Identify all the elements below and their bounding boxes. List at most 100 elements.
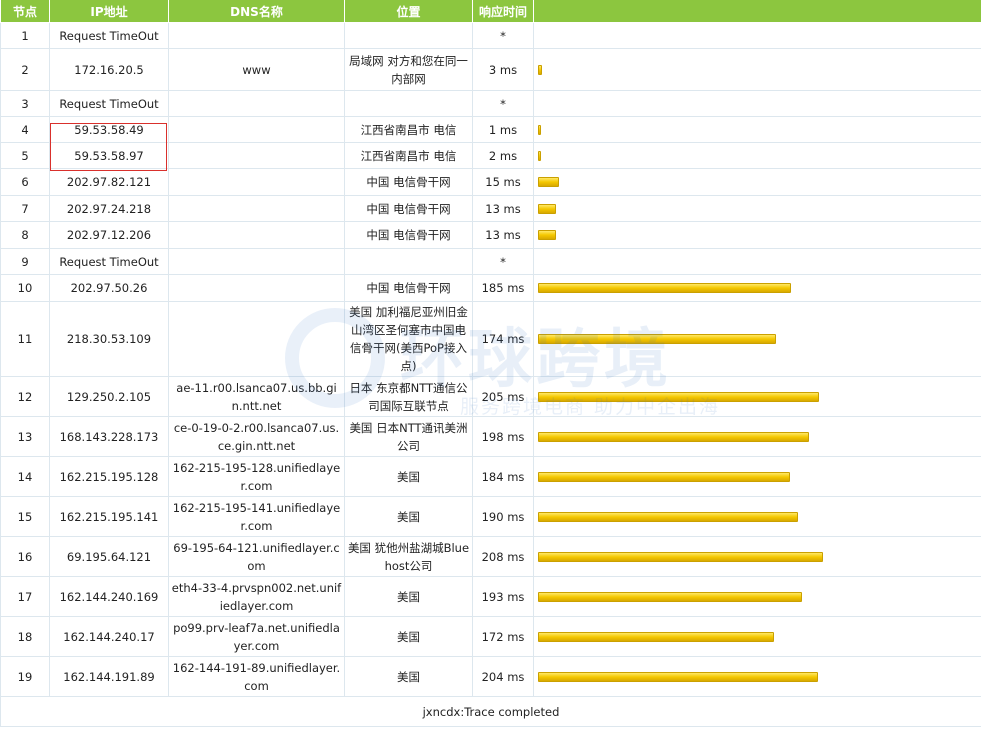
table-row: 10 202.97.50.26 中国 电信骨干网 185 ms (0, 274, 981, 302)
hop-number: 4 (0, 116, 50, 143)
response-bar (538, 511, 798, 522)
hop-dns: ce-0-19-0-2.r00.lsanca07.us.ce.gin.ntt.n… (168, 416, 345, 457)
hop-location: 美国 日本NTT通讯美洲公司 (344, 416, 473, 457)
hop-number: 17 (0, 576, 50, 617)
table-row: 15 162.215.195.141 162-215-195-141.unified… (0, 496, 981, 537)
hop-ip: 162.144.240.169 (49, 576, 169, 617)
hop-time: 15 ms (472, 168, 534, 196)
hop-ip: 202.97.24.218 (49, 195, 169, 222)
header-response-time: 响应时间 (472, 0, 534, 23)
hop-ip: 202.97.50.26 (49, 274, 169, 302)
hop-bar-cell (533, 22, 981, 49)
hop-dns (168, 195, 345, 222)
hop-dns: 162-215-195-141.unifiedlayer.com (168, 496, 345, 537)
hop-bar-cell (533, 376, 981, 417)
table-row: 18 162.144.240.17 po99.prv-leaf7a.net.unif… (0, 616, 981, 657)
hop-bar-cell (533, 616, 981, 657)
table-row: 13 168.143.228.173 ce-0-19-0-2.r00.lsanca0… (0, 416, 981, 457)
hop-dns (168, 90, 345, 117)
hop-number: 2 (0, 48, 50, 91)
response-bar (538, 391, 819, 402)
hop-location: 中国 电信骨干网 (344, 221, 473, 249)
hop-bar-cell (533, 536, 981, 577)
table-row: 4 59.53.58.49 江西省南昌市 电信 1 ms (0, 116, 981, 143)
hop-time: 193 ms (472, 576, 534, 617)
hop-time: 205 ms (472, 376, 534, 417)
table-row: 3 Request TimeOut * (0, 90, 981, 117)
hop-list: 1 Request TimeOut * 2 172.16.20.5 www 局域网 对方和您… (0, 22, 981, 697)
hop-dns (168, 221, 345, 249)
hop-ip: 162.215.195.141 (49, 496, 169, 537)
hop-time: 2 ms (472, 142, 534, 169)
hop-bar-cell (533, 496, 981, 537)
response-bar (538, 551, 823, 562)
hop-ip: 59.53.58.97 (49, 142, 169, 169)
hop-number: 7 (0, 195, 50, 222)
hop-location (344, 90, 473, 117)
response-bar (538, 203, 556, 214)
response-bar (538, 177, 559, 187)
hop-bar-cell (533, 576, 981, 617)
header-node: 节点 (0, 0, 50, 23)
hop-time: 198 ms (472, 416, 534, 457)
hop-location: 局域网 对方和您在同一内部网 (344, 48, 473, 91)
hop-time: 13 ms (472, 195, 534, 222)
hop-number: 5 (0, 142, 50, 169)
hop-location: 美国 (344, 456, 473, 497)
hop-location: 美国 (344, 656, 473, 697)
hop-bar-cell (533, 221, 981, 249)
hop-time: * (472, 248, 534, 275)
table-row: 14 162.215.195.128 162-215-195-128.unified… (0, 456, 981, 497)
hop-time: 184 ms (472, 456, 534, 497)
table-row: 8 202.97.12.206 中国 电信骨干网 13 ms (0, 221, 981, 249)
hop-time: * (472, 90, 534, 117)
hop-ip: Request TimeOut (49, 90, 169, 117)
hop-location: 江西省南昌市 电信 (344, 142, 473, 169)
trace-status: jxncdx:Trace completed (0, 696, 981, 727)
trace-footer-row: jxncdx:Trace completed (0, 696, 981, 727)
table-row: 1 Request TimeOut * (0, 22, 981, 49)
hop-location: 中国 电信骨干网 (344, 168, 473, 196)
hop-number: 18 (0, 616, 50, 657)
hop-bar-cell (533, 416, 981, 457)
hop-ip: 162.144.191.89 (49, 656, 169, 697)
hop-ip: Request TimeOut (49, 248, 169, 275)
hop-number: 13 (0, 416, 50, 457)
table-row: 17 162.144.240.169 eth4-33-4.prvspn002.net… (0, 576, 981, 617)
table-row: 12 129.250.2.105 ae-11.r00.lsanca07.us.bb.… (0, 376, 981, 417)
hop-number: 10 (0, 274, 50, 302)
hop-number: 8 (0, 221, 50, 249)
hop-location: 江西省南昌市 电信 (344, 116, 473, 143)
table-row: 7 202.97.24.218 中国 电信骨干网 13 ms (0, 195, 981, 222)
response-bar (538, 431, 809, 442)
hop-ip: 69.195.64.121 (49, 536, 169, 577)
hop-bar-cell (533, 656, 981, 697)
header-location: 位置 (344, 0, 473, 23)
table-row: 2 172.16.20.5 www 局域网 对方和您在同一内部网 3 ms (0, 48, 981, 91)
hop-number: 1 (0, 22, 50, 49)
hop-location: 美国 (344, 496, 473, 537)
hop-bar-cell (533, 48, 981, 91)
hop-location (344, 22, 473, 49)
hop-number: 16 (0, 536, 50, 577)
hop-bar-cell (533, 248, 981, 275)
hop-ip: 59.53.58.49 (49, 116, 169, 143)
response-bar (538, 671, 818, 682)
table-row: 9 Request TimeOut * (0, 248, 981, 275)
hop-bar-cell (533, 90, 981, 117)
hop-number: 6 (0, 168, 50, 196)
hop-ip: 202.97.82.121 (49, 168, 169, 196)
hop-ip: 172.16.20.5 (49, 48, 169, 91)
hop-time: 185 ms (472, 274, 534, 302)
hop-number: 11 (0, 301, 50, 377)
response-bar (538, 64, 542, 75)
hop-ip: Request TimeOut (49, 22, 169, 49)
response-bar (538, 591, 802, 602)
response-bar (538, 124, 541, 135)
traceroute-table: 节点 IP地址 DNS名称 位置 响应时间 1 Request TimeOut * 2… (0, 0, 981, 727)
header-ip: IP地址 (49, 0, 169, 23)
hop-dns (168, 301, 345, 377)
hop-ip: 218.30.53.109 (49, 301, 169, 377)
table-row: 16 69.195.64.121 69-195-64-121.unifiedlaye… (0, 536, 981, 577)
hop-time: 13 ms (472, 221, 534, 249)
